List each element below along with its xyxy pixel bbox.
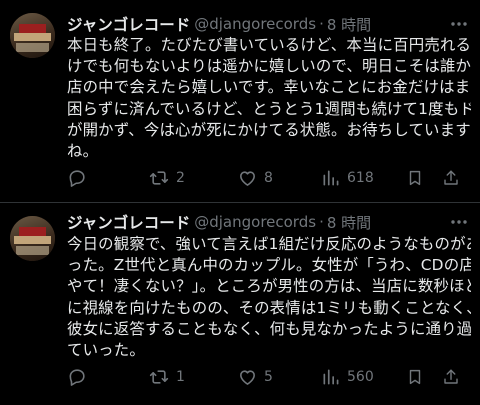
reply-button[interactable] <box>67 166 93 190</box>
share-icon <box>442 168 460 188</box>
avatar[interactable] <box>10 216 55 261</box>
heart-icon <box>237 168 258 188</box>
like-count: 5 <box>264 369 273 385</box>
author-handle[interactable]: @djangorecords <box>194 15 316 33</box>
tweet-text-line: 困らずに済んでいるけど、とうとう1週間も続けて1度もドア <box>67 99 471 118</box>
views-button[interactable]: 618 <box>321 166 374 190</box>
repost-button[interactable]: 2 <box>148 166 185 190</box>
share-icon <box>442 367 460 387</box>
views-button[interactable]: 560 <box>321 365 374 389</box>
timestamp[interactable]: 8 時間 <box>327 14 371 35</box>
bookmark-button[interactable] <box>406 166 424 190</box>
author-name[interactable]: ジャンゴレコード <box>67 13 190 35</box>
repost-button[interactable]: 1 <box>148 365 185 389</box>
views-icon <box>321 367 341 387</box>
tweet-header: ジャンゴレコード @djangorecords · 8 時間 <box>67 211 468 233</box>
heart-icon <box>237 367 258 387</box>
avatar-counter <box>16 246 49 255</box>
like-button[interactable]: 5 <box>237 365 273 389</box>
tweet-text-line: やて！凄くない？」。ところが男性の方は、当店に数秒ほど <box>67 277 471 296</box>
action-bar: 2 8 618 <box>67 166 468 190</box>
repost-count: 1 <box>176 369 185 385</box>
repost-icon <box>148 367 170 387</box>
tweet-text-line: 店の中で会えたら嬉しいです。幸いなことにお金だけはまだ <box>67 78 471 97</box>
avatar[interactable] <box>10 13 55 58</box>
reply-button[interactable] <box>67 365 93 389</box>
action-bar: 1 5 560 <box>67 365 468 389</box>
bookmark-button[interactable] <box>406 365 424 389</box>
bookmark-icon <box>406 367 424 387</box>
author-handle[interactable]: @djangorecords <box>194 213 316 231</box>
separator: · <box>319 15 324 33</box>
like-button[interactable]: 8 <box>237 166 273 190</box>
view-count: 560 <box>347 369 374 385</box>
like-count: 8 <box>264 170 273 186</box>
tweet-text-line: ね。 <box>67 142 99 161</box>
tweet-text-line: 今日の観察で、強いて言えば1組だけ反応のようなものがあ <box>67 235 471 253</box>
tweet-text-line: に視線を向けたものの、その表情は1ミリも動くことなく、 <box>67 298 471 317</box>
tweet[interactable]: ジャンゴレコード @djangorecords · 8 時間 今日の観察で、強い… <box>0 203 480 405</box>
views-icon <box>321 168 341 188</box>
repost-icon <box>148 168 170 188</box>
avatar-shelf <box>14 33 51 41</box>
bookmark-icon <box>406 168 424 188</box>
tweet-header: ジャンゴレコード @djangorecords · 8 時間 <box>67 13 468 35</box>
tweet-text-line: った。Z世代と真ん中のカップル。女性が「うわ、CDの店 <box>67 256 471 275</box>
reply-icon <box>67 168 87 188</box>
repost-count: 2 <box>176 170 185 186</box>
tweet-text-line: けでも何もないよりは遥かに嬉しいので、明日こそは誰かと <box>67 57 471 76</box>
author-name[interactable]: ジャンゴレコード <box>67 211 190 233</box>
tweet-text: 今日の観察で、強いて言えば1組だけ反応のようなものがあ った。Z世代と真ん中のカ… <box>67 234 471 361</box>
share-button[interactable] <box>442 365 460 389</box>
tweet[interactable]: ジャンゴレコード @djangorecords · 8 時間 本日も終了。たびた… <box>0 0 480 203</box>
more-icon[interactable] <box>450 13 468 35</box>
view-count: 618 <box>347 170 374 186</box>
tweet-text-line: ていった。 <box>67 341 145 360</box>
more-icon[interactable] <box>450 211 468 233</box>
tweet-text-line: が開かず、今は心が死にかけてる状態。お待ちしていますま <box>67 120 471 139</box>
avatar-counter <box>16 43 49 52</box>
separator: · <box>319 213 324 231</box>
timeline-feed: ジャンゴレコード @djangorecords · 8 時間 本日も終了。たびた… <box>0 0 480 405</box>
reply-icon <box>67 367 87 387</box>
share-button[interactable] <box>442 166 460 190</box>
tweet-text-line: 本日も終了。たびたび書いているけど、本当に百円売れるだ <box>67 36 471 54</box>
tweet-text-line: 彼女に返答することもなく、何も見なかったように通り過ぎ <box>67 319 471 338</box>
tweet-text: 本日も終了。たびたび書いているけど、本当に百円売れるだ けでも何もないよりは遥か… <box>67 35 471 162</box>
avatar-shelf <box>14 236 51 244</box>
timestamp[interactable]: 8 時間 <box>327 212 371 233</box>
